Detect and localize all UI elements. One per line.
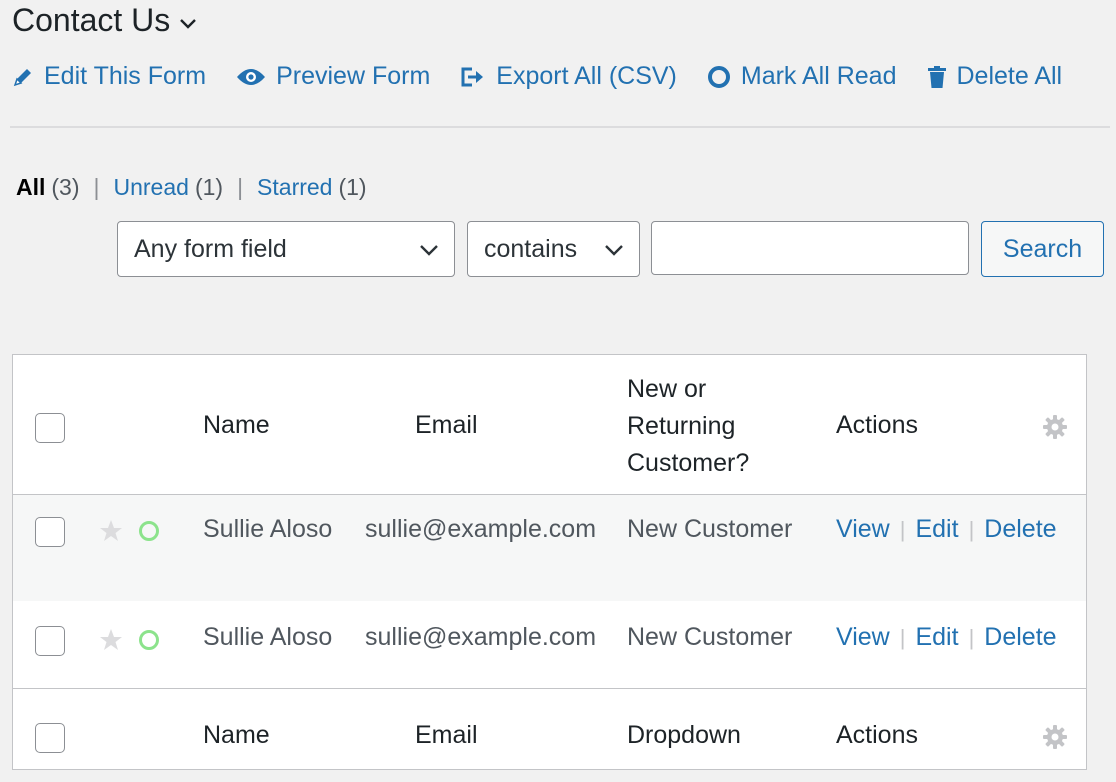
entry-customer: New Customer [627, 515, 793, 543]
form-title: Contact Us [12, 2, 171, 38]
column-footer-name[interactable]: Name [203, 721, 270, 750]
column-header-name[interactable]: Name [203, 411, 270, 440]
chevron-down-icon [420, 245, 438, 256]
row-checkbox[interactable] [35, 626, 65, 656]
select-all-checkbox[interactable] [35, 413, 65, 443]
action-separator: | [899, 516, 906, 542]
entry-name: Sullie Aloso [203, 515, 333, 543]
operator-select[interactable]: contains [467, 221, 640, 277]
unread-indicator-icon[interactable] [139, 630, 159, 650]
star-icon[interactable] [99, 519, 123, 543]
gear-icon[interactable] [1043, 725, 1067, 749]
filter-unread-count: (1) [194, 174, 224, 200]
row-actions: View | Edit | Delete [836, 623, 1057, 652]
pencil-icon [13, 68, 31, 86]
chevron-down-icon [605, 245, 623, 256]
column-header-customer[interactable]: New or Returning Customer? [627, 371, 777, 482]
filter-unread[interactable]: Unread [114, 174, 189, 201]
mark-all-read-link[interactable]: Mark All Read [707, 62, 897, 91]
table-header-row: Name Email New or Returning Customer? Ac… [13, 355, 1086, 495]
filter-all[interactable]: All [16, 174, 45, 201]
entry-view-filters: All (3) | Unread (1) | Starred (1) [16, 174, 367, 201]
view-entry-link[interactable]: View [836, 515, 890, 544]
export-csv-link[interactable]: Export All (CSV) [460, 62, 677, 91]
delete-all-link[interactable]: Delete All [927, 62, 1062, 91]
circle-icon [707, 65, 730, 88]
edit-entry-link[interactable]: Edit [915, 623, 958, 652]
filter-all-count: (3) [51, 174, 80, 200]
export-icon [461, 67, 484, 86]
edit-form-link[interactable]: Edit This Form [12, 62, 206, 91]
star-icon[interactable] [99, 628, 123, 652]
column-header-email[interactable]: Email [415, 411, 478, 440]
page-title[interactable]: Contact Us [12, 2, 198, 39]
form-actions-bar: Edit This Form Preview Form Export All (… [12, 62, 1116, 91]
action-separator: | [899, 624, 906, 650]
chevron-down-icon [180, 18, 197, 29]
action-separator: | [968, 516, 975, 542]
view-entry-link[interactable]: View [836, 623, 890, 652]
filter-starred[interactable]: Starred [257, 174, 332, 201]
delete-entry-link[interactable]: Delete [984, 515, 1056, 544]
action-separator: | [968, 624, 975, 650]
table-row: Sullie Aloso sullie@example.com New Cust… [13, 495, 1086, 601]
trash-icon [927, 65, 946, 88]
row-actions: View | Edit | Delete [836, 515, 1057, 544]
search-input[interactable] [651, 221, 969, 275]
column-footer-email[interactable]: Email [415, 721, 478, 750]
header-divider [10, 126, 1110, 128]
column-footer-dropdown[interactable]: Dropdown [627, 721, 741, 750]
eye-icon [237, 68, 266, 85]
search-button[interactable]: Search [981, 221, 1104, 277]
entries-table: Name Email New or Returning Customer? Ac… [12, 354, 1087, 770]
column-footer-actions: Actions [836, 721, 918, 749]
entry-email: sullie@example.com [365, 623, 597, 651]
preview-form-link[interactable]: Preview Form [236, 62, 430, 91]
filter-starred-count: (1) [338, 174, 367, 200]
edit-entry-link[interactable]: Edit [915, 515, 958, 544]
entry-customer: New Customer [627, 623, 793, 651]
select-all-checkbox[interactable] [35, 723, 65, 753]
table-footer-row: Name Email Dropdown Actions [13, 689, 1086, 769]
filter-separator: | [93, 174, 100, 200]
delete-entry-link[interactable]: Delete [984, 623, 1056, 652]
table-row: Sullie Aloso sullie@example.com New Cust… [13, 601, 1086, 689]
entry-email: sullie@example.com [365, 515, 597, 543]
row-checkbox[interactable] [35, 517, 65, 547]
column-header-actions: Actions [836, 411, 918, 439]
unread-indicator-icon[interactable] [139, 521, 159, 541]
entry-name: Sullie Aloso [203, 623, 333, 651]
gear-icon[interactable] [1043, 415, 1067, 439]
filter-separator: | [237, 174, 244, 200]
field-select[interactable]: Any form field [117, 221, 455, 277]
